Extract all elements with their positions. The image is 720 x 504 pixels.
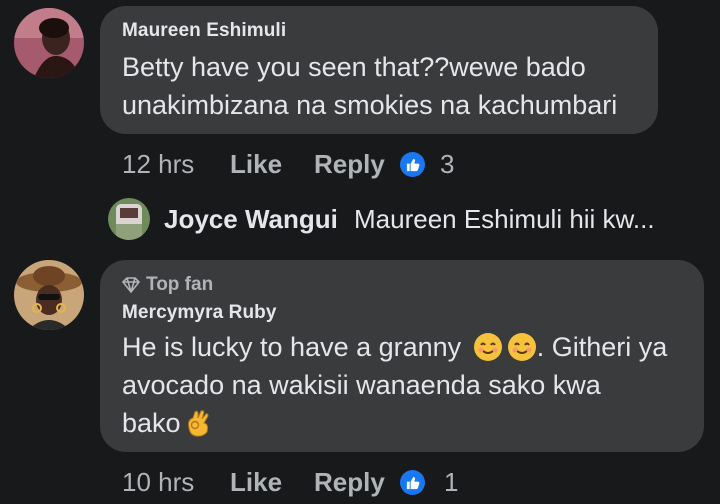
reply-button[interactable]: Reply — [314, 146, 385, 182]
comment-text-line: bako — [122, 404, 704, 442]
smiling-face-emoji-icon — [507, 333, 536, 361]
comment-text-segment: . Githeri ya — [536, 332, 668, 362]
comment-text: Betty have you seen that??wewe bado unak… — [122, 48, 658, 124]
avatar[interactable] — [14, 260, 84, 330]
comment-text-line: avocado na wakisii wanaenda sako kwa — [122, 370, 601, 400]
reply-text: Maureen Eshimuli hii kw... — [354, 204, 655, 234]
comment-text-segment: bako — [122, 408, 181, 438]
reply-button[interactable]: Reply — [314, 464, 385, 500]
reply-author[interactable]: Joyce Wangui — [164, 202, 338, 236]
comment-thread: Maureen Eshimuli Betty have you seen tha… — [0, 0, 720, 504]
comment-actions: 12 hrs Like Reply 3 — [122, 146, 482, 182]
reaction-count[interactable]: 3 — [440, 146, 454, 182]
comment-text: He is lucky to have a granny . Githeri y… — [122, 328, 704, 442]
comment-text-line: Betty have you seen that??wewe bado — [122, 52, 586, 82]
comment-author[interactable]: Maureen Eshimuli — [122, 20, 658, 42]
smiling-face-emoji-icon — [473, 333, 502, 361]
thumbs-up-icon[interactable] — [400, 470, 425, 495]
comment-author[interactable]: Mercymyra Ruby — [122, 302, 704, 324]
like-button[interactable]: Like — [230, 146, 282, 182]
avatar[interactable] — [108, 198, 150, 240]
comment-text-segment: He is lucky to have a granny — [122, 332, 462, 362]
thumbs-up-icon[interactable] — [400, 152, 425, 177]
reaction-count[interactable]: 1 — [444, 464, 458, 500]
comment-bubble: Top fan Mercymyra Ruby He is lucky to ha… — [100, 260, 704, 452]
comment-bubble: Maureen Eshimuli Betty have you seen tha… — [100, 6, 658, 134]
comment-actions: 10 hrs Like Reply 1 — [122, 464, 482, 500]
top-fan-label: Top fan — [146, 274, 214, 295]
ok-hand-emoji-icon — [187, 410, 209, 437]
comment-text-line: He is lucky to have a granny . Githeri y… — [122, 328, 704, 366]
top-fan-badge: Top fan — [122, 274, 704, 296]
comment-text-line: unakimbizana na smokies na kachumbari — [122, 90, 618, 120]
comment-timestamp[interactable]: 10 hrs — [122, 464, 194, 500]
like-button[interactable]: Like — [230, 464, 282, 500]
diamond-icon — [122, 277, 140, 293]
avatar[interactable] — [14, 8, 84, 78]
comment-timestamp[interactable]: 12 hrs — [122, 146, 194, 182]
